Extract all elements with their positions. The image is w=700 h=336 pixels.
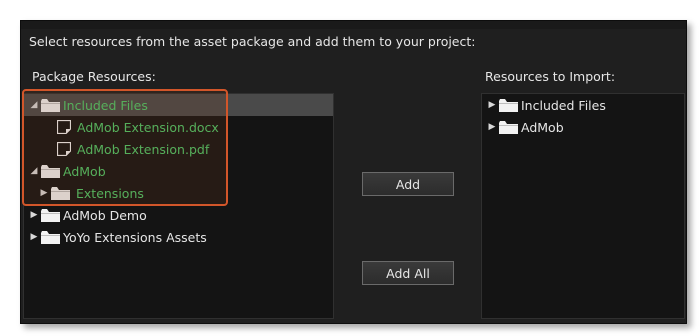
import-item-admob[interactable]: ▶ AdMob bbox=[482, 116, 684, 138]
add-button[interactable]: Add bbox=[362, 172, 454, 196]
tree-item-admob-demo[interactable]: ▶ AdMob Demo bbox=[24, 204, 333, 226]
tree-item-label: AdMob Demo bbox=[63, 207, 147, 223]
folder-icon bbox=[41, 164, 60, 178]
resources-to-import-tree[interactable]: ▶ Included Files ▶ AdMob bbox=[481, 93, 685, 319]
tree-item-extensions[interactable]: ▶ Extensions bbox=[24, 182, 333, 204]
dialog-top-bar bbox=[21, 21, 686, 29]
folder-icon bbox=[499, 98, 518, 112]
triangle-right-icon[interactable]: ▶ bbox=[29, 232, 39, 242]
tree-item-label: Included Files bbox=[63, 97, 148, 113]
tree-item-admob-extension-pdf[interactable]: AdMob Extension.pdf bbox=[24, 138, 333, 160]
tree-item-admob-extension-docx[interactable]: AdMob Extension.docx bbox=[24, 116, 333, 138]
triangle-right-icon[interactable]: ▶ bbox=[39, 188, 49, 198]
package-resources-tree[interactable]: ◢ Included Files AdMob Extension.docx Ad… bbox=[23, 93, 334, 319]
folder-icon bbox=[499, 120, 518, 134]
tree-item-label: Included Files bbox=[521, 97, 606, 113]
document-icon bbox=[56, 119, 72, 135]
add-all-button[interactable]: Add All bbox=[362, 261, 454, 285]
folder-icon bbox=[41, 230, 60, 244]
resources-to-import-label: Resources to Import: bbox=[485, 69, 616, 84]
document-icon bbox=[56, 141, 72, 157]
tree-item-included-files[interactable]: ◢ Included Files bbox=[24, 94, 333, 116]
triangle-right-icon[interactable]: ▶ bbox=[29, 210, 39, 220]
tree-item-label: AdMob Extension.docx bbox=[77, 119, 219, 135]
import-dialog: Select resources from the asset package … bbox=[20, 20, 687, 324]
tree-item-label: YoYo Extensions Assets bbox=[63, 229, 207, 245]
triangle-right-icon[interactable]: ▶ bbox=[487, 100, 497, 110]
triangle-down-icon[interactable]: ◢ bbox=[29, 100, 39, 110]
tree-item-yoyo-extensions-assets[interactable]: ▶ YoYo Extensions Assets bbox=[24, 226, 333, 248]
folder-icon bbox=[41, 98, 60, 112]
instructions-text: Select resources from the asset package … bbox=[29, 34, 476, 49]
folder-icon bbox=[41, 208, 60, 222]
folder-icon bbox=[51, 186, 70, 200]
triangle-right-icon[interactable]: ▶ bbox=[487, 122, 497, 132]
tree-item-label: AdMob Extension.pdf bbox=[77, 141, 210, 157]
tree-item-label: AdMob bbox=[521, 119, 564, 135]
import-item-included-files[interactable]: ▶ Included Files bbox=[482, 94, 684, 116]
tree-item-label: AdMob bbox=[63, 163, 106, 179]
package-resources-label: Package Resources: bbox=[32, 69, 156, 84]
triangle-down-icon[interactable]: ◢ bbox=[29, 166, 39, 176]
tree-item-label: Extensions bbox=[76, 185, 144, 201]
tree-item-admob[interactable]: ◢ AdMob bbox=[24, 160, 333, 182]
